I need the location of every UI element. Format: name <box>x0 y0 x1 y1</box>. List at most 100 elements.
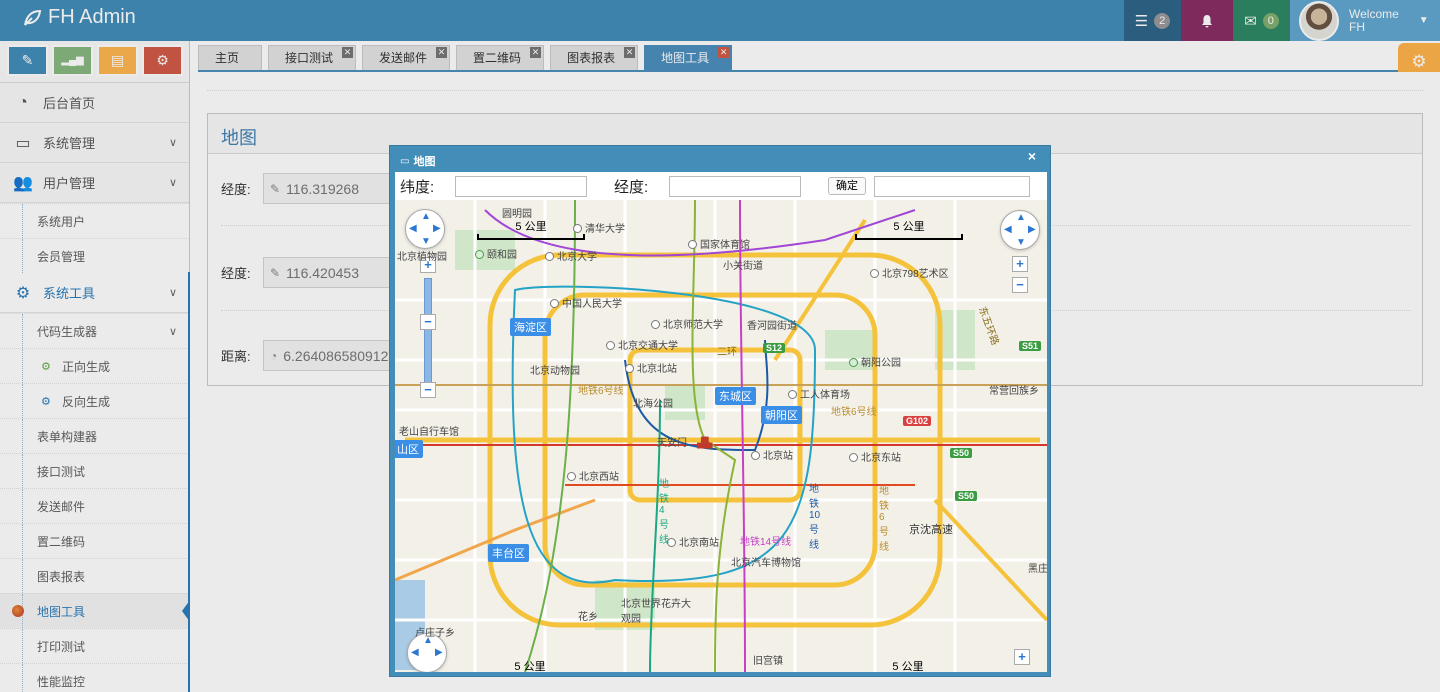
zoom-handle[interactable]: − <box>420 314 436 330</box>
poi-text: 常营回族乡 <box>989 386 1039 397</box>
poi-marker <box>870 269 879 278</box>
poi-label: 清华大学 <box>573 220 625 235</box>
poi-text: 卢庄子乡 <box>415 628 455 639</box>
lng-label: 经度: <box>614 178 649 196</box>
confirm-button[interactable]: 确定 <box>828 177 866 195</box>
poi-text: 中国人民大学 <box>562 299 622 310</box>
highway-shield: G102 <box>903 416 932 426</box>
poi-text: 北海公园 <box>633 399 673 410</box>
scale-bar: 5 公里 <box>863 658 953 672</box>
dialog-close-button[interactable]: × <box>1028 148 1036 164</box>
pan-control-top-left[interactable]: ▲ ▼ ◀ ▶ <box>405 209 445 249</box>
poi-label: 北京南站 <box>667 534 719 549</box>
poi-label: 花乡 <box>578 608 598 623</box>
poi-text: 花乡 <box>578 612 598 623</box>
poi-marker <box>545 252 554 261</box>
poi-label: 北京交通大学 <box>606 337 678 352</box>
poi-label: 颐和园 <box>475 246 517 261</box>
pan-right-icon: ▶ <box>1028 224 1036 235</box>
poi-marker <box>625 364 634 373</box>
poi-label: 二环 <box>717 343 737 358</box>
metro-line-label: 地铁4号线 <box>659 479 669 546</box>
lng-input[interactable] <box>669 175 801 197</box>
poi-label: 北京大学 <box>545 248 597 263</box>
poi-label: 北京北站 <box>625 360 677 375</box>
highway-shield: S51 <box>1019 341 1042 351</box>
highway-shield: S50 <box>955 491 978 501</box>
poi-label: 工人体育场 <box>788 386 850 401</box>
poi-label: 北京汽车博物馆 <box>731 554 803 569</box>
pan-left-icon: ◀ <box>409 223 417 234</box>
scale-bar: 5 公里 <box>855 218 963 240</box>
metro-line-label: 地铁10号线 <box>809 484 821 551</box>
tiananmen-icon: ▟▙ <box>697 438 713 449</box>
dialog-title-text: 地图 <box>413 156 436 168</box>
pan-left-icon: ◀ <box>1004 224 1012 235</box>
scale-text: 5 公里 <box>892 661 924 672</box>
window-icon: ▭ <box>400 155 410 167</box>
poi-label: 北京798艺术区 <box>870 265 949 280</box>
zoom-slider[interactable] <box>424 278 432 388</box>
map-dialog: ▭ 地图 × 纬度: 经度: 确定 ▲ ▼ ◀ ▶ + − − ▲ ▼ ◀ ▶ … <box>389 145 1051 677</box>
poi-label: 老山自行车馆 <box>399 423 459 438</box>
poi-label: 旧宫镇 <box>753 652 783 667</box>
poi-text: 圆明园 <box>502 209 532 220</box>
poi-text: 北京世界花卉大观园 <box>621 599 691 625</box>
poi-marker <box>849 358 858 367</box>
poi-text: 朝阳公园 <box>861 358 901 369</box>
poi-marker <box>651 320 660 329</box>
poi-marker <box>688 240 697 249</box>
map-roads <box>395 200 1047 672</box>
metro-line-label: 地铁6号线 <box>879 486 889 553</box>
poi-label: 北京师范大学 <box>651 316 723 331</box>
poi-text: 工人体育场 <box>800 390 850 401</box>
poi-text: 天安门 <box>657 438 687 449</box>
scale-text: 5 公里 <box>515 221 547 233</box>
poi-label: 北海公园 <box>633 395 673 410</box>
poi-label: 黑庄 <box>1028 560 1047 575</box>
zoom-in-button[interactable]: + <box>1012 256 1028 272</box>
map-canvas[interactable]: ▲ ▼ ◀ ▶ + − − ▲ ▼ ◀ ▶ + − ▲ ◀ ▶ + 5 公里 5… <box>395 200 1047 672</box>
zoom-out-button[interactable]: − <box>420 382 436 398</box>
poi-label: 京沈高速 <box>909 521 953 537</box>
metro-line-label: 地铁6号线 <box>831 407 877 418</box>
poi-marker <box>849 453 858 462</box>
poi-label: 北京站 <box>751 447 793 462</box>
lat-input[interactable] <box>455 175 587 197</box>
poi-label: 中国人民大学 <box>550 295 622 310</box>
poi-text: 北京动物园 <box>530 366 580 377</box>
poi-text: 北京西站 <box>579 472 619 483</box>
pan-control-top-right[interactable]: ▲ ▼ ◀ ▶ <box>1000 210 1040 250</box>
poi-text: 北京师范大学 <box>663 320 723 331</box>
poi-text: 北京站 <box>763 451 793 462</box>
zoom-out-button[interactable]: − <box>1012 277 1028 293</box>
scale-bar: 5 公里 <box>485 658 575 672</box>
pan-up-icon: ▲ <box>1016 212 1026 223</box>
poi-text: 北京大学 <box>557 252 597 263</box>
poi-text: 北京汽车博物馆 <box>731 558 801 569</box>
lat-label: 纬度: <box>400 178 435 196</box>
district-label: 朝阳区 <box>761 406 802 424</box>
dialog-toolbar: 纬度: 经度: 确定 <box>395 172 1047 200</box>
scale-text: 5 公里 <box>514 661 546 672</box>
poi-label: 香河园街道 <box>747 317 797 332</box>
poi-text: 老山自行车馆 <box>399 427 459 438</box>
poi-text: 北京交通大学 <box>618 341 678 352</box>
district-label: 丰台区 <box>488 544 529 562</box>
result-input[interactable] <box>874 175 1030 197</box>
poi-marker <box>573 224 582 233</box>
poi-label: 常营回族乡 <box>989 382 1039 397</box>
poi-label: 北京植物园 <box>397 248 447 263</box>
poi-text: 北京东站 <box>861 453 901 464</box>
poi-label: 国家体育馆 <box>688 236 750 251</box>
zoom-in-button[interactable]: + <box>1014 649 1030 665</box>
poi-text: 京沈高速 <box>909 524 953 536</box>
poi-label: 卢庄子乡 <box>415 624 455 639</box>
poi-label: 天安门 ▟▙ <box>657 434 712 449</box>
poi-marker <box>475 250 484 259</box>
scale-text: 5 公里 <box>893 221 925 233</box>
highway-shield: S50 <box>950 448 973 458</box>
poi-label: 圆明园 <box>502 205 532 220</box>
metro-line-label: 地铁6号线 <box>578 386 624 397</box>
poi-label: 北京动物园 <box>530 362 580 377</box>
